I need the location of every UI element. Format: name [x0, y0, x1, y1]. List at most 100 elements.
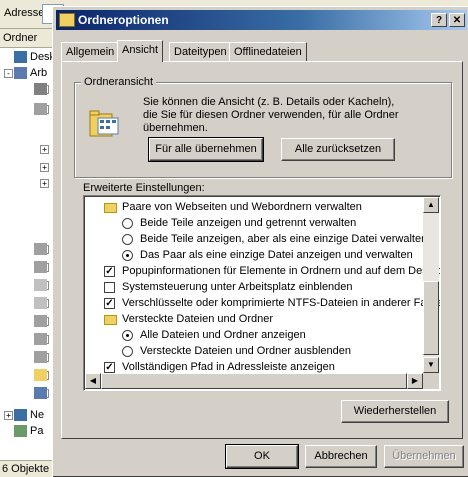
setting-label: Paare von Webseiten und Webordnern verwa… — [122, 201, 362, 213]
tree-item[interactable]: + — [0, 386, 58, 402]
drive-icon — [34, 243, 47, 255]
tree-item[interactable]: + — [0, 332, 58, 348]
setting-label: Das Paar als eine einzige Datei anzeigen… — [140, 249, 413, 261]
expand-icon[interactable]: + — [40, 145, 49, 154]
reset-all-folders-button[interactable]: Alle zurücksetzen — [281, 138, 395, 161]
close-button[interactable]: ✕ — [449, 13, 465, 27]
folders-pane-header: Ordner — [0, 29, 58, 48]
tab-offlinedateien[interactable]: Offlinedateien — [229, 42, 307, 61]
tab-ansicht[interactable]: Ansicht — [117, 40, 164, 62]
folder-options-icon — [59, 13, 75, 27]
checkbox[interactable]: ✓ — [104, 266, 115, 277]
tree-item[interactable]: + Ne — [0, 408, 58, 424]
folder-view-description: Sie können die Ansicht (z. B. Details od… — [143, 96, 399, 134]
tree-item[interactable]: - — [0, 102, 58, 118]
tree-item[interactable]: + — [0, 296, 58, 312]
drive-icon — [34, 103, 47, 115]
radio-button[interactable] — [122, 250, 133, 261]
folder-tree[interactable]: Deskto-Arb+-++++++++++++++NePa — [0, 48, 58, 460]
collapse-icon[interactable]: - — [4, 69, 13, 78]
status-bar: 6 Objekte — [0, 460, 58, 477]
tree-item[interactable]: Deskto — [0, 50, 58, 66]
tree-item[interactable] — [0, 208, 58, 224]
radio-button[interactable] — [122, 330, 133, 341]
tree-item[interactable]: + — [0, 314, 58, 330]
network-icon — [14, 409, 27, 421]
folder-icon — [104, 203, 117, 213]
network-drive-icon — [34, 387, 47, 399]
restore-defaults-button[interactable]: Wiederherstellen — [341, 400, 449, 423]
radio-button[interactable] — [122, 218, 133, 229]
setting-label: Verschlüsselte oder komprimierte NTFS-Da… — [122, 297, 440, 309]
dialog-title: Ordneroptionen — [78, 13, 169, 27]
desktop-icon — [14, 51, 27, 63]
horizontal-scrollbar[interactable]: ◀ ▶ — [85, 373, 423, 389]
scrollbar-corner — [423, 373, 439, 389]
tree-item[interactable]: + — [0, 350, 58, 366]
radio-button[interactable] — [122, 346, 133, 357]
tree-item[interactable]: Pa — [0, 424, 58, 440]
folder-view-group-title: Ordneransicht — [81, 76, 157, 88]
tree-item[interactable]: + — [0, 160, 58, 176]
tab-dateitypen[interactable]: Dateitypen — [169, 42, 232, 61]
cancel-button[interactable]: Abbrechen — [305, 445, 377, 468]
vertical-scrollbar[interactable]: ▲ ▼ — [423, 197, 439, 373]
advanced-settings-list[interactable]: ✓ Vollständigen Pfad in Adressleiste anze… — [83, 195, 441, 391]
tree-item[interactable] — [0, 224, 58, 240]
scroll-up-button[interactable]: ▲ — [423, 197, 439, 213]
drive-icon — [34, 315, 47, 327]
tree-item[interactable]: + — [0, 142, 58, 158]
radio-button[interactable] — [122, 234, 133, 245]
setting-label: Versteckte Dateien und Ordner — [122, 313, 274, 325]
folder-icon — [34, 369, 47, 381]
dialog-titlebar[interactable]: Ordneroptionen ? ✕ — [56, 10, 467, 30]
scroll-left-button[interactable]: ◀ — [85, 373, 101, 389]
setting-label: Beide Teile anzeigen, aber als eine einz… — [140, 233, 428, 245]
setting-label: Systemsteuerung unter Arbeitsplatz einbl… — [122, 281, 353, 293]
tab-strip: Allgemein Ansicht Dateitypen Offlinedate… — [61, 40, 461, 62]
tree-item-label: Pa — [30, 425, 44, 437]
folder-view-icon — [89, 110, 119, 137]
expand-icon[interactable]: + — [40, 179, 49, 188]
setting-label: Popupinformationen für Elemente in Ordne… — [122, 265, 440, 277]
tree-item[interactable]: + — [0, 176, 58, 192]
setting-label: Vollständigen Pfad in Adressleiste anzei… — [122, 361, 335, 373]
folders-pane-label: Ordner — [3, 32, 38, 44]
drive-icon — [34, 351, 47, 363]
tree-item[interactable]: + — [0, 368, 58, 384]
drive-icon — [34, 261, 47, 273]
checkbox[interactable] — [104, 282, 115, 293]
folder-view-group: Ordneransicht Sie können die Ansicht (z.… — [74, 76, 452, 178]
advanced-settings-label: Erweiterte Einstellungen: — [83, 182, 205, 194]
folder-options-dialog: Ordneroptionen ? ✕ Allgemein Ansicht Dat… — [52, 6, 468, 477]
address-label: Adresse — [4, 7, 45, 19]
help-button[interactable]: ? — [431, 13, 447, 27]
tab-allgemein[interactable]: Allgemein — [61, 42, 120, 61]
folder-icon — [104, 315, 117, 325]
scroll-down-button[interactable]: ▼ — [423, 357, 439, 373]
tree-item-label: Arb — [30, 67, 48, 79]
vertical-scroll-thumb[interactable] — [423, 281, 439, 355]
drive-icon — [34, 333, 47, 345]
apply-button[interactable]: Übernehmen — [384, 445, 464, 468]
tree-item[interactable]: + — [0, 82, 58, 98]
ok-button[interactable]: OK — [225, 444, 299, 469]
checkbox[interactable]: ✓ — [104, 362, 115, 373]
floppy-icon — [34, 83, 47, 95]
expand-icon[interactable]: + — [40, 163, 49, 172]
tree-item[interactable]: + — [0, 278, 58, 294]
computer-icon — [14, 67, 27, 79]
setting-label: Beide Teile anzeigen und getrennt verwal… — [140, 217, 357, 229]
cd-icon — [34, 279, 47, 291]
tree-item[interactable]: + — [0, 242, 58, 258]
checkbox[interactable]: ✓ — [104, 298, 115, 309]
tree-item[interactable]: - Arb — [0, 66, 58, 82]
horizontal-scroll-thumb[interactable] — [101, 373, 407, 389]
tree-item[interactable] — [0, 126, 58, 142]
scroll-right-button[interactable]: ▶ — [407, 373, 423, 389]
tree-item-label: Ne — [30, 409, 45, 421]
tree-item[interactable]: + — [0, 260, 58, 276]
apply-to-all-folders-button[interactable]: Für alle übernehmen — [148, 137, 264, 162]
expand-icon[interactable]: + — [4, 411, 13, 420]
status-text: 6 Objekte — [2, 463, 50, 475]
